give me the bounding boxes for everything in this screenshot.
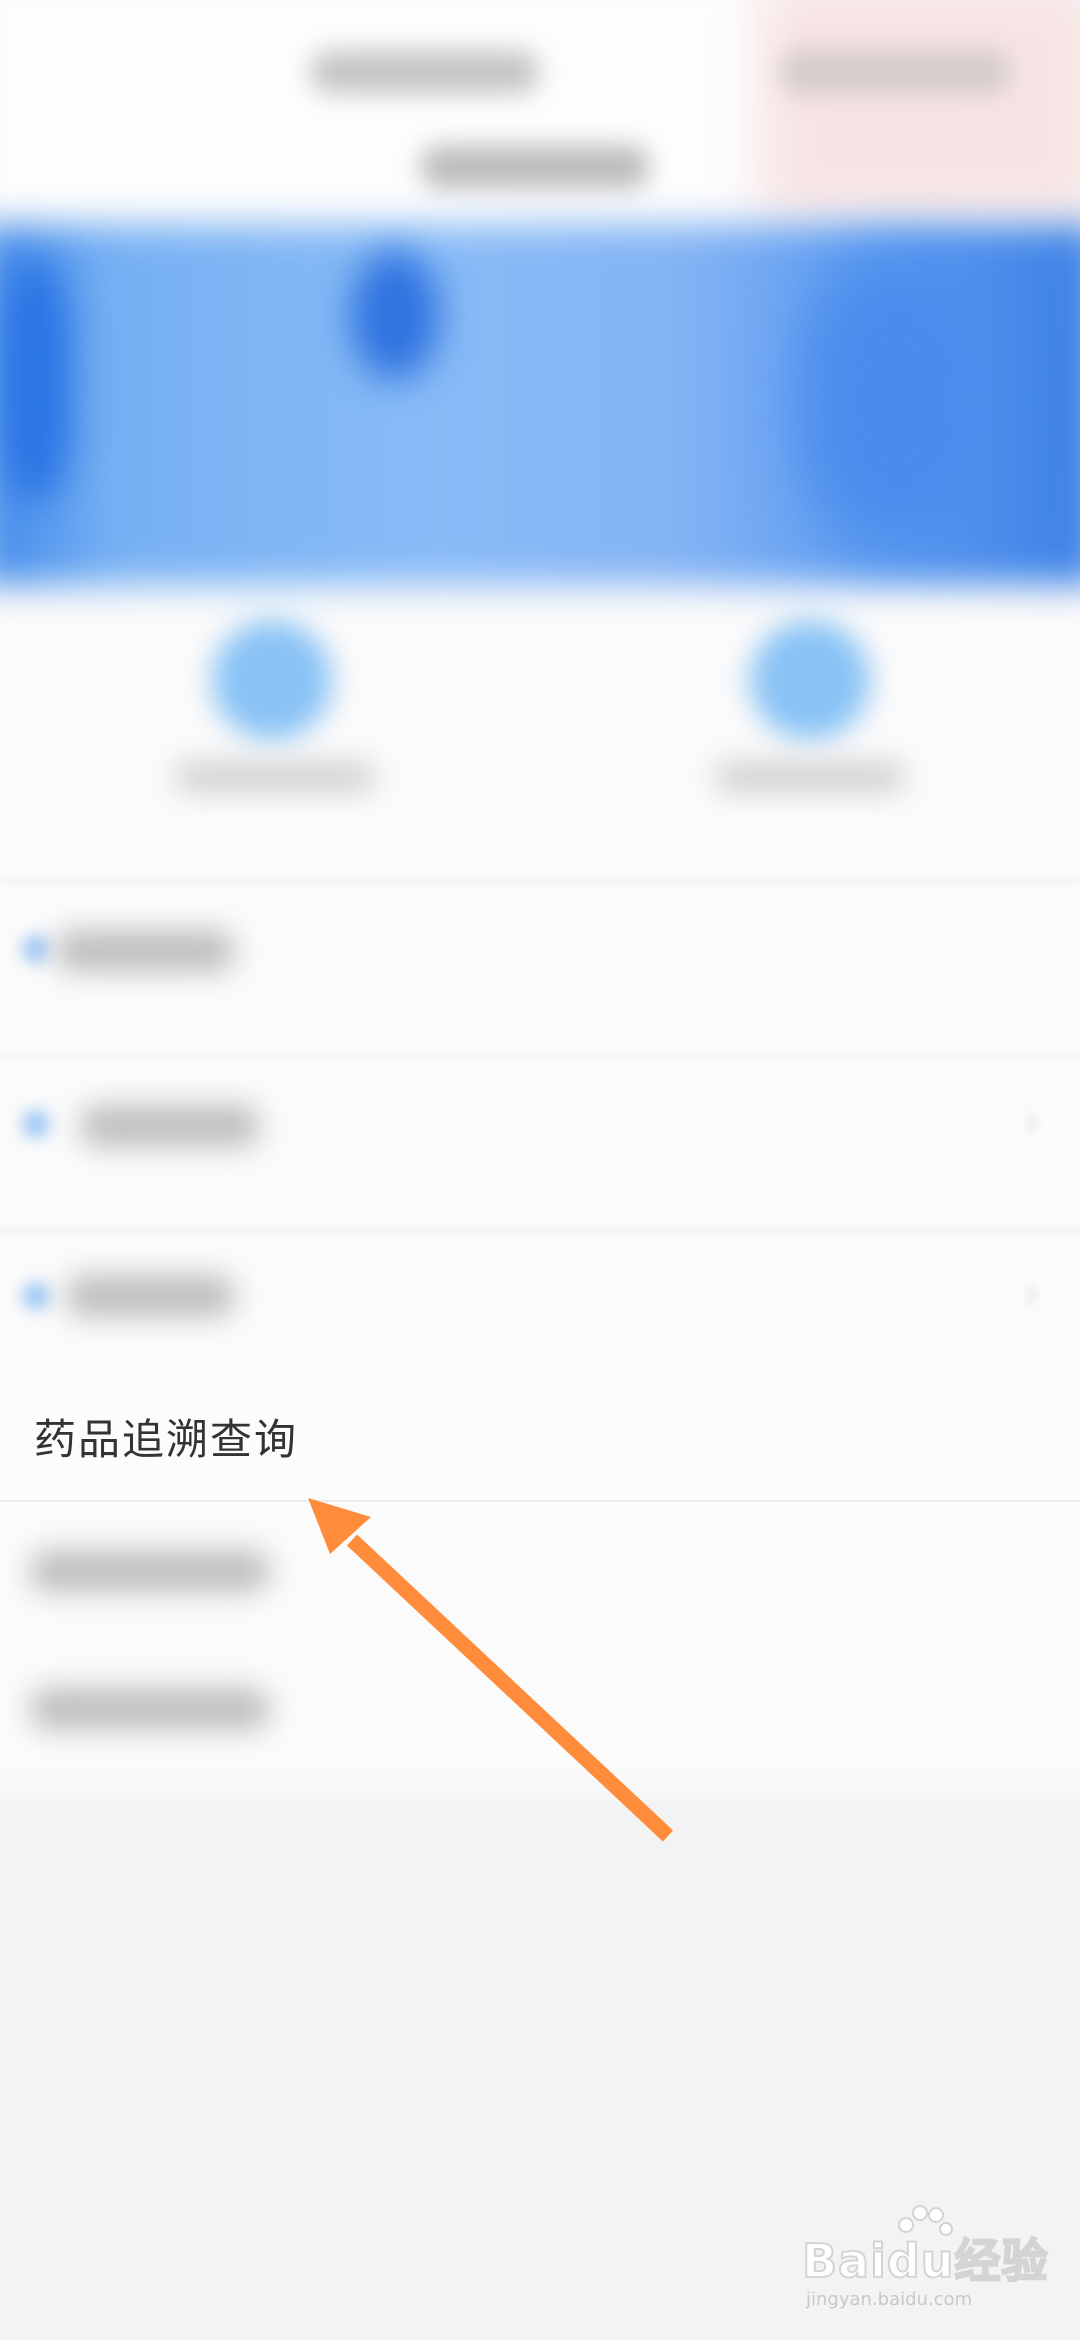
blurred-shortcut-icon	[750, 620, 870, 740]
blurred-page-title	[420, 145, 650, 189]
blurred-header-text	[310, 50, 540, 94]
divider	[0, 880, 1080, 883]
blurred-shortcut-label	[175, 762, 375, 792]
menu-item-label: 药品追溯查询	[34, 1415, 299, 1464]
chevron-right-icon	[1016, 1112, 1039, 1135]
watermark-url: jingyan.baidu.com	[806, 2289, 973, 2310]
blurred-banner-shape	[800, 260, 990, 540]
divider	[0, 1228, 1080, 1231]
blurred-page-content	[0, 0, 1080, 1800]
header-tint	[760, 0, 1080, 220]
blurred-banner-shape	[350, 250, 440, 380]
blurred-banner-shape	[0, 260, 70, 500]
chevron-right-icon	[1016, 1284, 1039, 1307]
blurred-row-icon	[22, 1110, 50, 1138]
blurred-header-text	[780, 50, 1010, 94]
divider	[0, 1055, 1080, 1058]
blurred-menu-item	[65, 1275, 235, 1317]
baidu-jingyan-watermark: Baidu经验 jingyan.baidu.com	[801, 2205, 1049, 2315]
blurred-row-icon	[22, 935, 50, 963]
blurred-menu-item	[30, 1550, 270, 1592]
blurred-menu-item	[55, 930, 235, 972]
blurred-shortcut-label	[715, 762, 905, 792]
menu-item-drug-traceability-query[interactable]: 药品追溯查询	[0, 1382, 1080, 1502]
blurred-menu-item	[80, 1105, 260, 1147]
blurred-menu-item	[30, 1688, 270, 1730]
list-bottom-fade	[0, 1760, 1080, 1800]
watermark-brand: Baidu经验	[801, 2233, 1049, 2289]
blurred-row-icon	[22, 1282, 50, 1310]
blurred-shortcut-icon	[212, 620, 332, 740]
